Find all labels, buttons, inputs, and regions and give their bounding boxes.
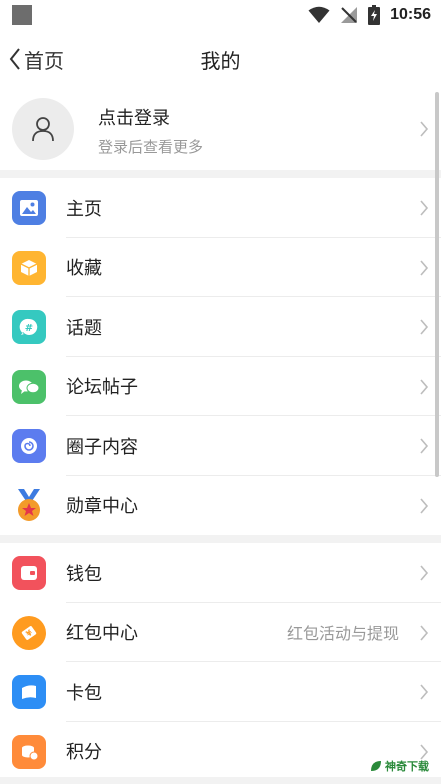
menu-item-topics[interactable]: # 话题 <box>0 297 441 357</box>
top-nav: 首页 我的 <box>0 30 441 88</box>
battery-charging-icon <box>368 5 381 25</box>
menu-item-red-packet-center[interactable]: ¥ 红包中心 红包活动与提现 <box>0 602 441 662</box>
hashtag-chat-icon: # <box>12 310 46 344</box>
coins-icon <box>12 734 46 769</box>
menu-item-wallet[interactable]: 钱包 <box>0 543 441 603</box>
notification-icon <box>12 5 32 25</box>
menu-item-favorites[interactable]: 收藏 <box>0 237 441 297</box>
menu-item-hint: 红包活动与提现 <box>286 624 399 644</box>
chevron-right-icon <box>420 684 429 700</box>
menu-item-label: 勋章中心 <box>66 496 138 518</box>
card-icon <box>12 675 46 709</box>
page-title: 我的 <box>200 49 241 73</box>
clock: 10:56 <box>390 6 431 23</box>
menu-item-label: 话题 <box>66 317 102 339</box>
menu-item-medal-center[interactable]: 勋章中心 <box>0 475 441 535</box>
menu-item-label: 主页 <box>66 198 102 220</box>
menu-item-forum-posts[interactable]: 论坛帖子 <box>0 356 441 416</box>
section-divider <box>0 535 441 543</box>
login-subtitle: 登录后查看更多 <box>98 138 204 156</box>
chat-bubbles-icon <box>12 369 46 404</box>
chevron-right-icon <box>420 200 429 216</box>
scrollbar[interactable] <box>435 92 439 477</box>
menu-item-label: 论坛帖子 <box>66 377 138 399</box>
menu-item-card-wallet[interactable]: 卡包 <box>0 662 441 722</box>
menu-item-label: 卡包 <box>66 682 102 704</box>
chevron-right-icon <box>420 121 429 137</box>
red-packet-icon: ¥ <box>12 615 46 650</box>
chevron-right-icon <box>420 565 429 581</box>
image-icon <box>12 191 46 225</box>
chevron-right-icon <box>420 319 429 335</box>
status-bar: 10:56 <box>0 0 441 30</box>
chevron-right-icon <box>420 378 429 395</box>
menu-item-label: 钱包 <box>66 563 102 585</box>
section-divider <box>0 777 441 784</box>
wifi-icon <box>308 6 330 23</box>
menu-item-label: 红包中心 <box>66 623 138 645</box>
chevron-right-icon <box>420 624 429 641</box>
box-icon <box>12 250 46 285</box>
leaf-logo-icon <box>371 761 381 771</box>
medal-icon <box>12 488 46 523</box>
watermark-text: 神奇下载 <box>385 760 429 773</box>
chevron-right-icon <box>420 259 429 276</box>
menu-item-home[interactable]: 主页 <box>0 178 441 238</box>
chevron-right-icon <box>420 438 429 454</box>
login-entry[interactable]: 点击登录 登录后查看更多 <box>0 88 441 170</box>
watermark: 神奇下载 <box>370 758 429 774</box>
no-signal-icon <box>341 7 358 23</box>
wallet-icon <box>12 556 46 590</box>
user-icon <box>32 117 54 142</box>
menu-item-label: 收藏 <box>66 258 102 280</box>
svg-text:#: # <box>25 323 33 334</box>
login-title: 点击登录 <box>98 108 170 129</box>
section-divider <box>0 170 441 178</box>
avatar <box>12 98 74 160</box>
menu-item-label: 圈子内容 <box>66 436 138 458</box>
menu-item-label: 积分 <box>66 742 102 764</box>
menu-section-1: 主页 收藏 # 话题 论坛帖子 圈子内容 勋章中心 <box>0 178 441 535</box>
menu-section-2: 钱包 ¥ 红包中心 红包活动与提现 卡包 积分 <box>0 543 441 781</box>
menu-item-circle-content[interactable]: 圈子内容 <box>0 416 441 476</box>
chevron-right-icon <box>420 497 429 514</box>
circle-swirl-icon <box>12 429 46 463</box>
status-indicators: 10:56 <box>308 4 431 26</box>
